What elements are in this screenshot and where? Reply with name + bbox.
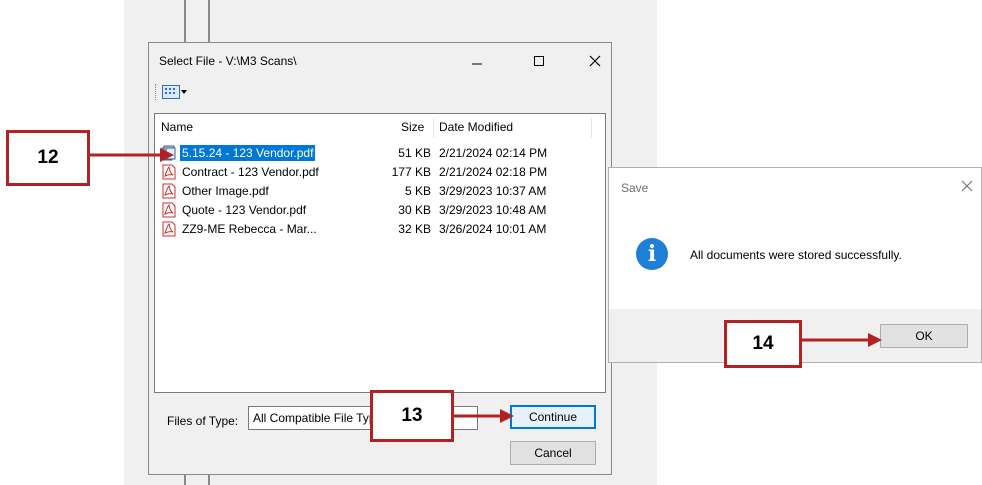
file-size: 51 KB <box>398 146 431 160</box>
file-list[interactable]: Name Size Date Modified 5.15.24 - 123 Ve… <box>154 113 606 393</box>
stack-document-icon <box>161 145 176 161</box>
column-header-name[interactable]: Name <box>161 120 193 134</box>
pdf-icon <box>162 202 176 218</box>
ok-button[interactable]: OK <box>880 324 968 348</box>
close-icon <box>589 55 601 67</box>
file-row[interactable]: Contract - 123 Vendor.pdf 177 KB 2/21/20… <box>161 163 601 181</box>
file-row[interactable]: 5.15.24 - 123 Vendor.pdf 51 KB 2/21/2024… <box>161 144 601 162</box>
file-row[interactable]: Quote - 123 Vendor.pdf 30 KB 3/29/2023 1… <box>161 201 601 219</box>
file-name: Quote - 123 Vendor.pdf <box>182 203 307 217</box>
file-date: 2/21/2024 02:18 PM <box>439 165 548 179</box>
file-date: 3/29/2023 10:48 AM <box>439 203 547 217</box>
column-header-size[interactable]: Size <box>401 120 424 134</box>
info-icon: i <box>636 238 668 270</box>
column-separator[interactable] <box>433 118 434 138</box>
file-name: 5.15.24 - 123 Vendor.pdf <box>178 144 317 162</box>
maximize-button[interactable] <box>519 46 559 76</box>
file-name: Other Image.pdf <box>182 184 269 198</box>
callout-13: 13 <box>370 390 454 442</box>
file-size: 32 KB <box>398 222 431 236</box>
column-separator[interactable] <box>591 118 592 138</box>
pdf-icon <box>162 183 176 199</box>
file-row[interactable]: Other Image.pdf 5 KB 3/29/2023 10:37 AM <box>161 182 601 200</box>
file-date: 3/29/2023 10:37 AM <box>439 184 547 198</box>
file-name: Contract - 123 Vendor.pdf <box>182 165 319 179</box>
save-message: All documents were stored successfully. <box>690 248 902 262</box>
files-of-type-label: Files of Type: <box>167 414 239 428</box>
file-date: 3/26/2024 10:01 AM <box>439 222 547 236</box>
save-close-button[interactable] <box>955 174 979 198</box>
maximize-icon <box>534 56 544 66</box>
details-view-icon <box>162 85 180 99</box>
continue-button[interactable]: Continue <box>510 405 596 429</box>
close-button[interactable] <box>575 46 615 76</box>
callout-14: 14 <box>724 320 802 368</box>
view-mode-button[interactable] <box>162 83 190 101</box>
minimize-button[interactable] <box>457 46 497 76</box>
minimize-icon <box>472 63 482 65</box>
dialog-title: Select File - V:\M3 Scans\ <box>159 54 297 68</box>
pdf-icon <box>162 164 176 180</box>
file-row[interactable]: ZZ9-ME Rebecca - Mar... 32 KB 3/26/2024 … <box>161 220 601 238</box>
file-date: 2/21/2024 02:14 PM <box>439 146 548 160</box>
toolbar <box>155 81 190 103</box>
file-size: 5 KB <box>404 184 431 198</box>
save-dialog-title: Save <box>621 181 649 195</box>
file-size: 30 KB <box>398 203 431 217</box>
callout-12: 12 <box>6 130 90 186</box>
column-header-date[interactable]: Date Modified <box>439 120 513 134</box>
file-name: ZZ9-ME Rebecca - Mar... <box>182 222 317 236</box>
pdf-icon <box>162 221 176 237</box>
close-icon <box>961 180 973 192</box>
file-size: 177 KB <box>391 165 431 179</box>
toolbar-grip <box>155 84 158 100</box>
chevron-down-icon <box>181 90 187 94</box>
cancel-button[interactable]: Cancel <box>510 441 596 465</box>
